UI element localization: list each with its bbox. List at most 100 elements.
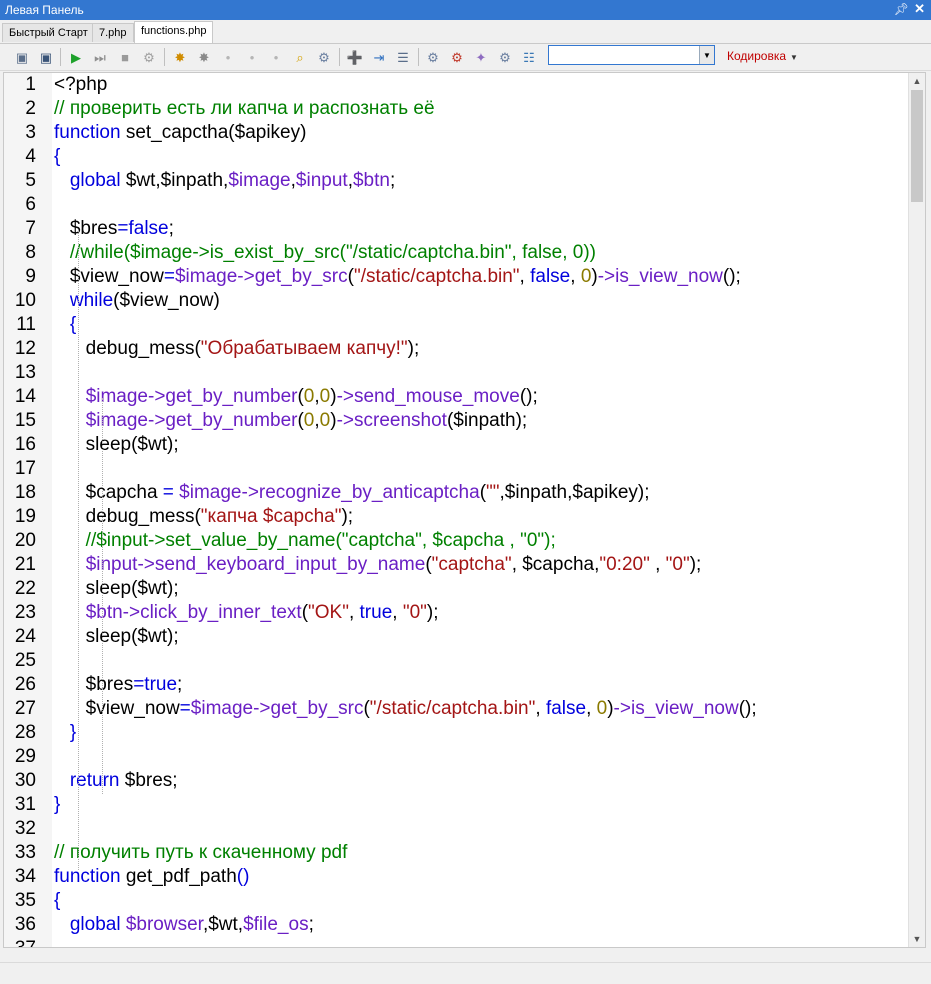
vertical-scrollbar[interactable]: ▲ ▼: [908, 73, 925, 947]
code-token: function: [54, 866, 121, 887]
code-line[interactable]: 19 debug_mess("капча $capcha");: [4, 505, 909, 529]
encoding-dropdown[interactable]: Кодировка ▼: [727, 49, 798, 63]
stop-icon[interactable]: ■: [116, 48, 134, 66]
code-line[interactable]: 14 $image->get_by_number(0,0)->send_mous…: [4, 385, 909, 409]
code-line[interactable]: 7 $bres=false;: [4, 217, 909, 241]
record-stop-icon[interactable]: •: [267, 48, 285, 66]
code-token: ();: [738, 698, 757, 719]
scroll-up-icon[interactable]: ▲: [909, 73, 925, 89]
code-token: $bres: [54, 218, 118, 239]
save-icon[interactable]: ▣: [13, 48, 31, 66]
code-line[interactable]: 18 $capcha = $image->recognize_by_antica…: [4, 481, 909, 505]
code-line[interactable]: 32: [4, 817, 909, 841]
code-token: ;: [177, 674, 183, 695]
code-text: function set_capctha($apikey): [54, 121, 306, 145]
code-line[interactable]: 4{: [4, 145, 909, 169]
code-line[interactable]: 25: [4, 649, 909, 673]
code-token: "captcha": [431, 554, 512, 575]
code-line[interactable]: 23 $btn->click_by_inner_text("OK", true,…: [4, 601, 909, 625]
import-icon[interactable]: ⇥: [370, 48, 388, 66]
code-editor[interactable]: 1 <?php 2 // проверить есть ли капча и расп…: [3, 72, 926, 948]
code-line[interactable]: 15 $image->get_by_number(0,0)->screensho…: [4, 409, 909, 433]
tab-7-php[interactable]: 7.php: [92, 23, 134, 42]
code-line[interactable]: 10 while($view_now): [4, 289, 909, 313]
code-text: {: [54, 145, 60, 169]
code-line[interactable]: 27 $view_now=$image->get_by_src("/static…: [4, 697, 909, 721]
code-text: // получить путь к скаченному pdf: [54, 841, 347, 865]
code-text: global $browser,$wt,$file_os;: [54, 913, 314, 937]
scroll-thumb[interactable]: [911, 90, 923, 202]
code-token: $view_now: [54, 266, 164, 287]
code-line[interactable]: 21 $input->send_keyboard_input_by_name("…: [4, 553, 909, 577]
network-icon[interactable]: ⚙: [496, 48, 514, 66]
code-line[interactable]: 26 $bres=true;: [4, 673, 909, 697]
line-number: 22: [14, 578, 36, 599]
code-line[interactable]: 29: [4, 745, 909, 769]
code-token: 0: [303, 410, 315, 431]
line-number: 2: [25, 98, 36, 119]
run-icon[interactable]: ▶: [67, 48, 85, 66]
code-line[interactable]: 13: [4, 361, 909, 385]
code-token: ();: [722, 266, 741, 287]
line-number: 7: [25, 218, 36, 239]
step-icon[interactable]: ⏭: [91, 48, 109, 66]
code-token: {: [54, 314, 77, 335]
gear-icon[interactable]: ⚙: [315, 48, 333, 66]
code-line[interactable]: 3 function set_capctha($apikey): [4, 121, 909, 145]
code-line[interactable]: 16 sleep($wt);: [4, 433, 909, 457]
code-line[interactable]: 22 sleep($wt);: [4, 577, 909, 601]
code-line[interactable]: 17: [4, 457, 909, 481]
code-line[interactable]: 12 debug_mess("Обрабатываем капчу!");: [4, 337, 909, 361]
code-line[interactable]: 31}: [4, 793, 909, 817]
code-token: $btn->click_by_inner_text: [85, 602, 302, 623]
chevron-down-icon[interactable]: ▼: [699, 46, 714, 64]
code-line[interactable]: 9 $view_now=$image->get_by_src("/static/…: [4, 265, 909, 289]
code-line[interactable]: 34 function get_pdf_path(): [4, 865, 909, 889]
code-line[interactable]: 5 global $wt,$inpath,$image,$input,$btn;: [4, 169, 909, 193]
code-line[interactable]: 28 }: [4, 721, 909, 745]
line-number: 15: [14, 410, 36, 431]
document-icon[interactable]: ☰: [394, 48, 412, 66]
code-line[interactable]: 33 // получить путь к скаченному pdf: [4, 841, 909, 865]
plugin-icon[interactable]: ⚙: [424, 48, 442, 66]
code-token: <?php: [54, 74, 108, 95]
wand-icon[interactable]: ✦: [472, 48, 490, 66]
code-token: ,: [348, 602, 360, 623]
code-text: return $bres;: [54, 769, 178, 793]
code-line[interactable]: 24 sleep($wt);: [4, 625, 909, 649]
code-line[interactable]: 1 <?php: [4, 73, 909, 97]
save-all-icon[interactable]: ▣: [37, 48, 55, 66]
code-line[interactable]: 35 {: [4, 889, 909, 913]
pin-icon[interactable]: 📌︎: [894, 2, 909, 16]
code-line[interactable]: 8 //while($image->is_exist_by_src("/stat…: [4, 241, 909, 265]
code-line[interactable]: 20 //$input->set_value_by_name("captcha"…: [4, 529, 909, 553]
line-number: 27: [14, 698, 36, 719]
code-token: debug_mess(: [54, 338, 201, 359]
plugin-add-icon[interactable]: ⚙: [448, 48, 466, 66]
record-icon[interactable]: •: [219, 48, 237, 66]
tab-functions-php[interactable]: functions.php: [134, 21, 214, 43]
find-icon[interactable]: ⌕: [291, 48, 309, 66]
line-number: 10: [14, 290, 36, 311]
code-token: {: [54, 146, 61, 167]
debug-icon[interactable]: ✸: [171, 48, 189, 66]
line-number: 26: [14, 674, 36, 695]
tree-icon[interactable]: ☷: [520, 48, 538, 66]
close-icon[interactable]: ✕: [914, 1, 925, 17]
settings-icon[interactable]: ⚙: [140, 48, 158, 66]
code-line[interactable]: 36 global $browser,$wt,$file_os;: [4, 913, 909, 937]
toolbar-combo[interactable]: ▼: [548, 45, 715, 65]
code-line[interactable]: 6: [4, 193, 909, 217]
code-line[interactable]: 2 // проверить есть ли капча и распознать…: [4, 97, 909, 121]
line-number: 12: [14, 338, 36, 359]
bug-icon[interactable]: ✸: [195, 48, 213, 66]
scroll-down-icon[interactable]: ▼: [909, 931, 925, 947]
new-file-icon[interactable]: ➕: [346, 48, 364, 66]
tab-quick-start[interactable]: Быстрый Старт: [2, 23, 95, 42]
code-token: ,: [519, 266, 531, 287]
code-line[interactable]: 37: [4, 937, 909, 947]
code-line[interactable]: 30 return $bres;: [4, 769, 909, 793]
code-line[interactable]: 11 {: [4, 313, 909, 337]
record-all-icon[interactable]: •: [243, 48, 261, 66]
code-token: );: [341, 506, 354, 527]
